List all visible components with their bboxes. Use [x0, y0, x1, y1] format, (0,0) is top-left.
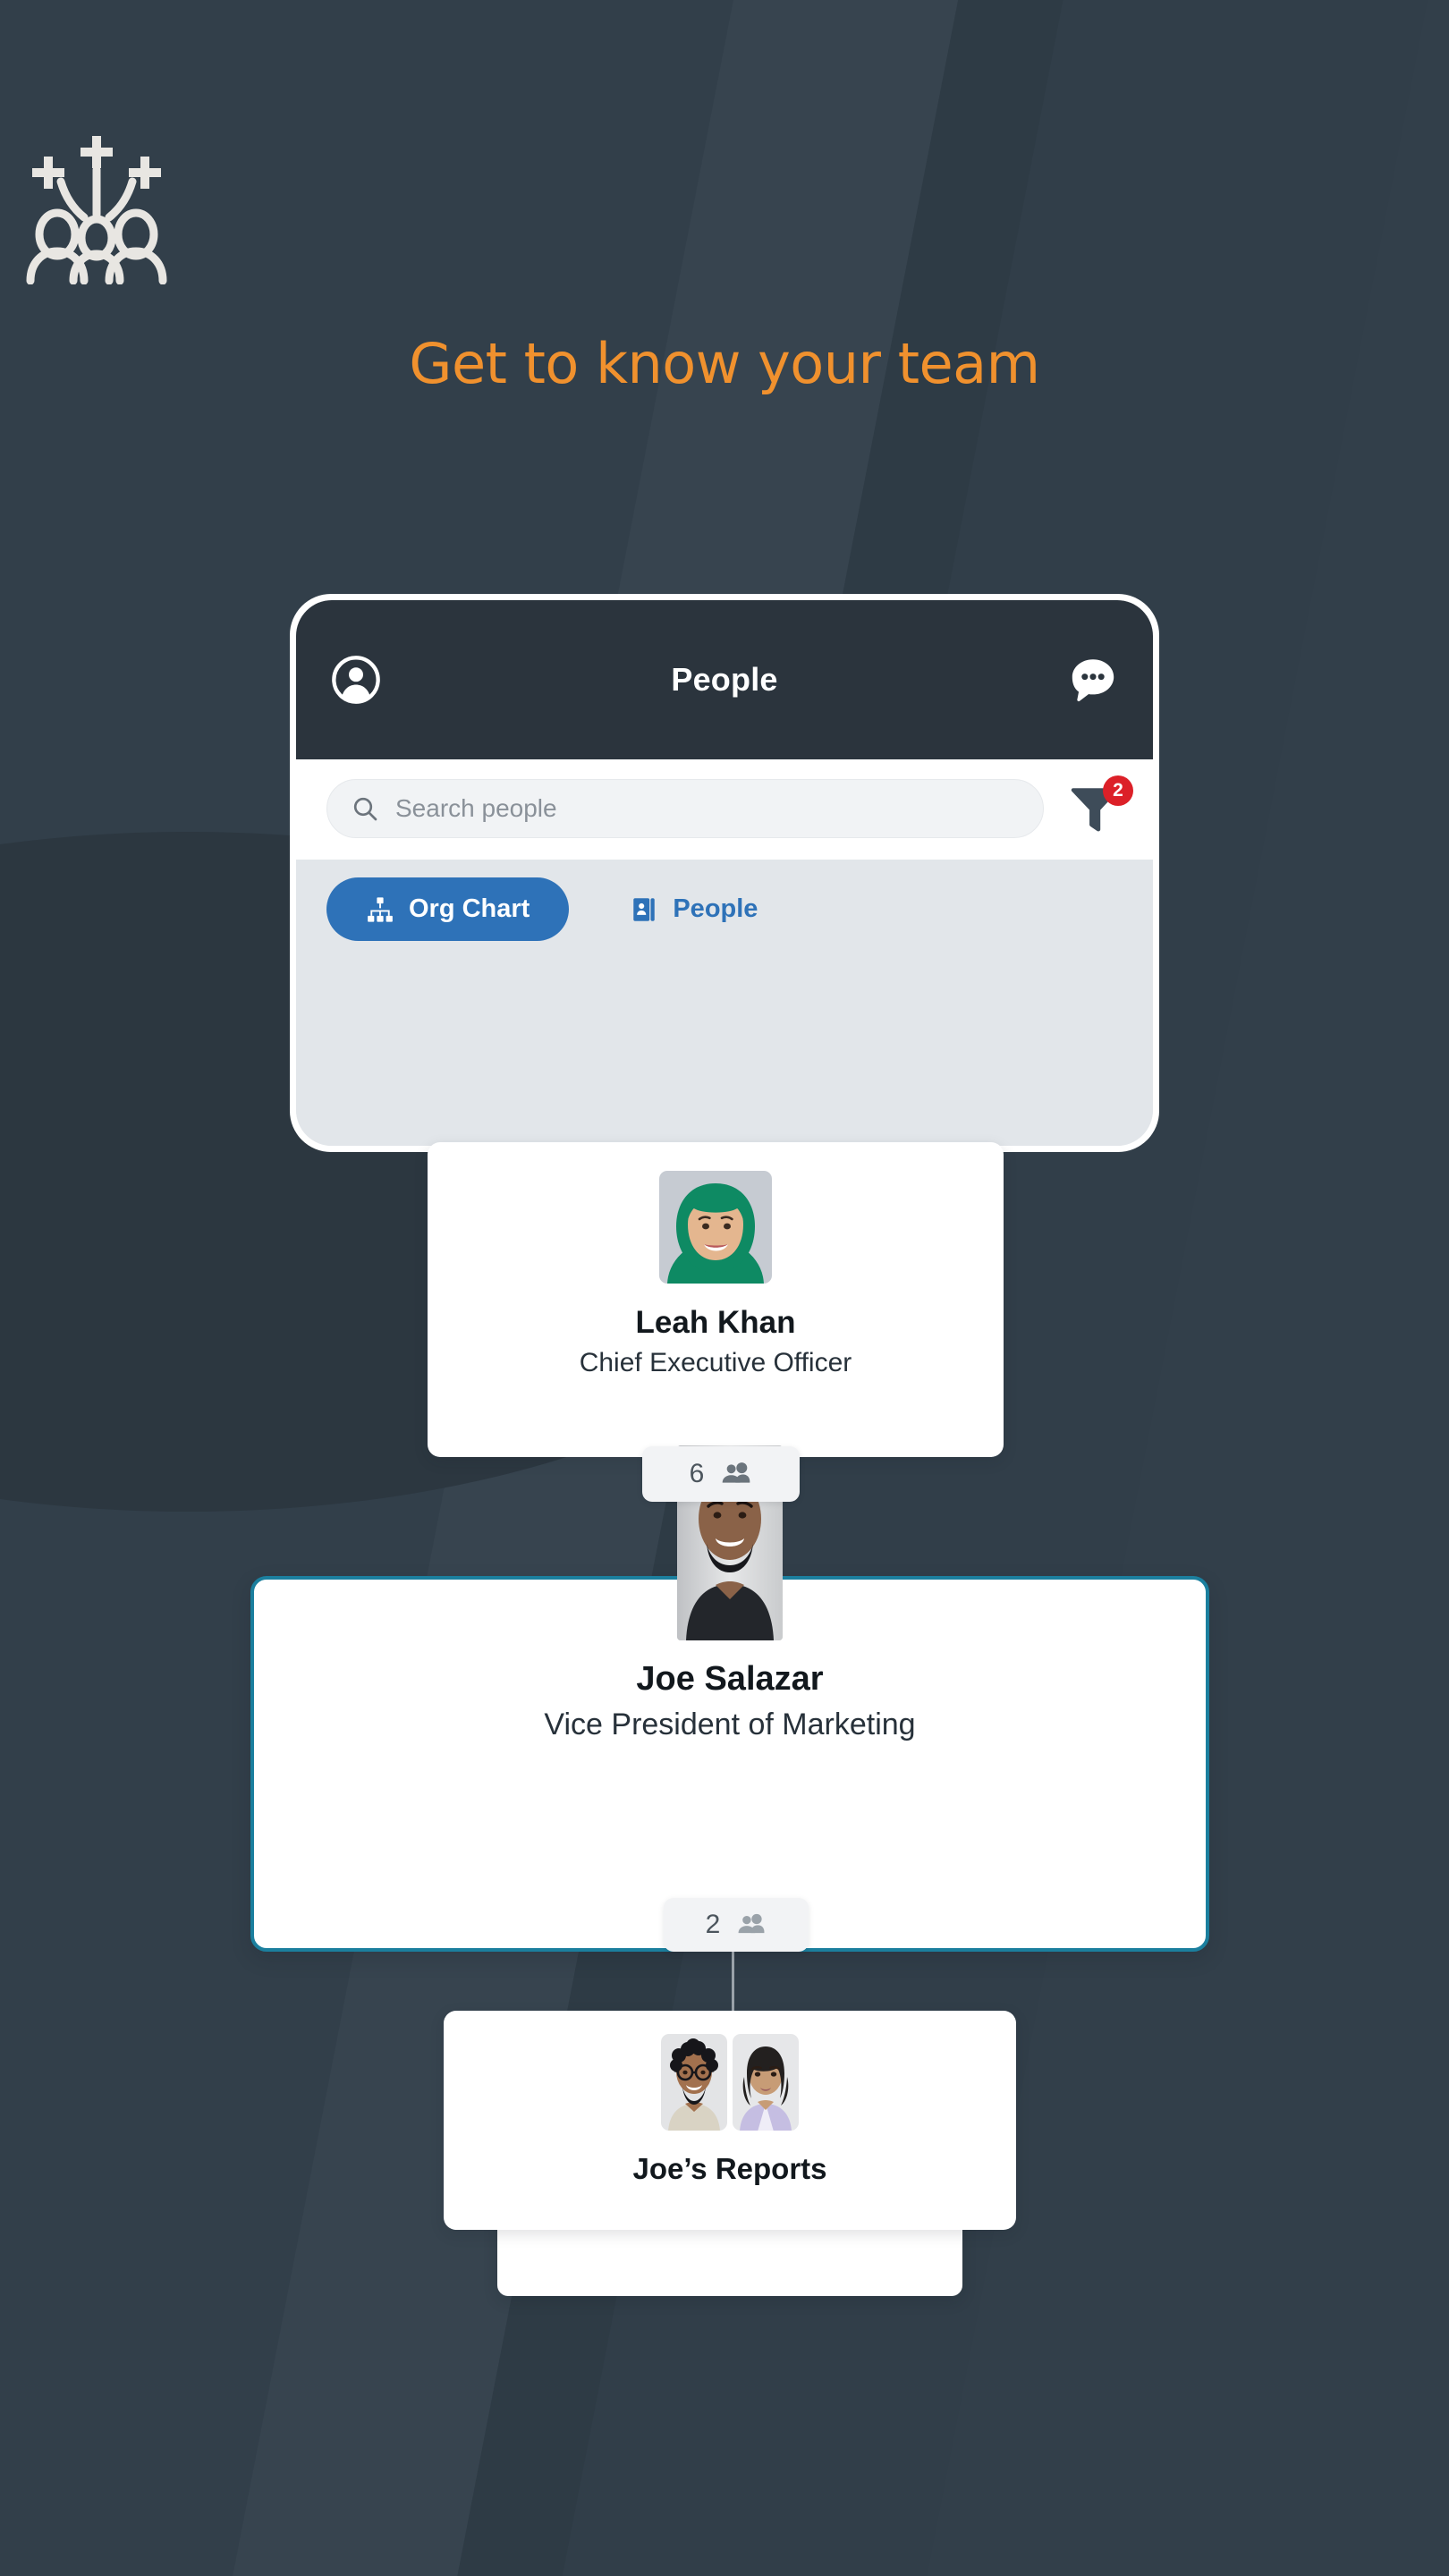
tab-org-chart-label: Org Chart: [409, 894, 530, 923]
people-group-icon: [720, 1458, 752, 1490]
filter-badge-count: 2: [1103, 775, 1133, 806]
reports-count: 6: [689, 1459, 705, 1488]
chat-bubble-dots-icon[interactable]: [1067, 654, 1119, 706]
org-node-joes-reports[interactable]: Joe’s Reports: [444, 2011, 1016, 2230]
page-headline: Get to know your team: [409, 331, 1040, 396]
avatar: [659, 1171, 772, 1284]
hero-section: Get to know your team: [0, 0, 1449, 396]
org-node-name: Joe’s Reports: [632, 2152, 827, 2185]
reports-avatar-row: [444, 2034, 1016, 2131]
contact-card-icon: [630, 895, 658, 924]
view-tab-strip: Org Chart People: [296, 860, 1153, 941]
three-people-sparkle-logo: [0, 123, 1449, 284]
search-placeholder: Search people: [395, 794, 557, 822]
org-node-vp-marketing[interactable]: Joe Salazar Vice President of Marketing: [250, 1445, 1209, 1952]
org-hierarchy-icon: [366, 895, 394, 924]
reports-count-badge-vp[interactable]: 2: [664, 1898, 809, 1952]
search-row: Search people 2: [296, 759, 1153, 860]
people-group-icon: [736, 1910, 767, 1940]
account-circle-icon[interactable]: [330, 654, 382, 706]
page-title: People: [671, 661, 778, 698]
org-node-ceo[interactable]: Leah Khan Chief Executive Officer: [428, 1142, 1004, 1457]
avatar: [661, 2034, 727, 2131]
reports-count: 2: [705, 1910, 721, 1939]
app-bar: People: [296, 600, 1153, 759]
search-icon: [351, 794, 379, 823]
org-chart-canvas[interactable]: [296, 941, 1153, 1146]
filter-button[interactable]: 2: [1067, 775, 1133, 836]
org-node-name: Joe Salazar: [636, 1660, 824, 1698]
search-input[interactable]: Search people: [326, 779, 1044, 838]
phone-mockup-frame: People Search people 2 Org Chart People: [290, 594, 1159, 1152]
tab-people-label: People: [673, 894, 758, 923]
org-node-title: Chief Executive Officer: [579, 1348, 852, 1377]
org-node-title: Vice President of Marketing: [544, 1707, 916, 1741]
reports-count-badge-ceo[interactable]: 6: [642, 1446, 800, 1502]
tab-people[interactable]: People: [624, 877, 763, 941]
connector-vp-to-reports: [732, 1952, 734, 2011]
avatar: [733, 2034, 799, 2131]
tab-org-chart[interactable]: Org Chart: [326, 877, 570, 941]
org-node-name: Leah Khan: [635, 1305, 796, 1340]
phone-screen: People Search people 2 Org Chart People: [296, 600, 1153, 1146]
